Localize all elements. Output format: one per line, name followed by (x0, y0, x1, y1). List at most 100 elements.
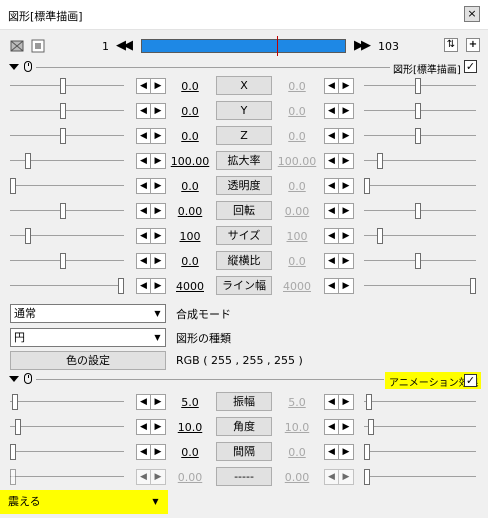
param-button[interactable]: X (216, 76, 272, 95)
left-slider-thumb[interactable] (10, 469, 16, 485)
left-stepper[interactable]: ◀ ▶ (136, 419, 166, 435)
start-value[interactable]: 100.00 (170, 155, 210, 168)
right-slider-track[interactable] (364, 476, 476, 477)
left-slider-thumb[interactable] (12, 394, 18, 410)
decrement-arrow-icon[interactable]: ◀ (137, 104, 151, 118)
decrement-arrow-icon[interactable]: ◀ (137, 229, 151, 243)
decrement-arrow-icon[interactable]: ◀ (325, 204, 339, 218)
decrement-arrow-icon[interactable]: ◀ (325, 129, 339, 143)
increment-arrow-icon[interactable]: ▶ (339, 204, 353, 218)
end-value[interactable]: 100 (277, 230, 317, 243)
increment-arrow-icon[interactable]: ▶ (151, 279, 165, 293)
param-button[interactable]: ライン幅 (216, 276, 272, 295)
right-stepper[interactable]: ◀ ▶ (324, 228, 354, 244)
right-stepper[interactable]: ◀ ▶ (324, 419, 354, 435)
left-stepper[interactable]: ◀ ▶ (136, 444, 166, 460)
prev-keyframe-button[interactable]: ◀◀ (114, 37, 133, 55)
decrement-arrow-icon[interactable]: ◀ (137, 470, 151, 484)
increment-arrow-icon[interactable]: ▶ (151, 129, 165, 143)
left-stepper[interactable]: ◀ ▶ (136, 178, 166, 194)
end-value[interactable]: 5.0 (277, 396, 317, 409)
param-button[interactable]: Z (216, 126, 272, 145)
end-value[interactable]: 0.0 (277, 80, 317, 93)
right-slider-thumb[interactable] (470, 278, 476, 294)
timeline-bar[interactable] (141, 36, 346, 56)
decrement-arrow-icon[interactable]: ◀ (325, 420, 339, 434)
decrement-arrow-icon[interactable]: ◀ (137, 395, 151, 409)
right-stepper[interactable]: ◀ ▶ (324, 78, 354, 94)
frame-icon[interactable] (30, 38, 46, 54)
left-slider-thumb[interactable] (60, 203, 66, 219)
increment-arrow-icon[interactable]: ▶ (151, 79, 165, 93)
left-slider-track[interactable] (10, 260, 124, 261)
start-value[interactable]: 4000 (170, 280, 210, 293)
increment-arrow-icon[interactable]: ▶ (151, 229, 165, 243)
left-slider-track[interactable] (10, 85, 124, 86)
left-slider-track[interactable] (10, 285, 124, 286)
right-slider-thumb[interactable] (415, 78, 421, 94)
decrement-arrow-icon[interactable]: ◀ (325, 179, 339, 193)
left-stepper[interactable]: ◀ ▶ (136, 469, 166, 485)
increment-arrow-icon[interactable]: ▶ (339, 79, 353, 93)
param-button[interactable]: 回転 (216, 201, 272, 220)
right-slider-thumb[interactable] (377, 228, 383, 244)
start-value[interactable]: 0.0 (170, 255, 210, 268)
left-slider-track[interactable] (10, 110, 124, 111)
start-value[interactable]: 10.0 (170, 421, 210, 434)
left-slider-thumb[interactable] (25, 153, 31, 169)
increment-arrow-icon[interactable]: ▶ (339, 104, 353, 118)
end-value[interactable]: 0.0 (277, 130, 317, 143)
increment-arrow-icon[interactable]: ▶ (339, 129, 353, 143)
start-value[interactable]: 0.0 (170, 180, 210, 193)
next-keyframe-button[interactable]: ▶▶ (352, 37, 371, 55)
decrement-arrow-icon[interactable]: ◀ (325, 470, 339, 484)
right-slider-thumb[interactable] (415, 128, 421, 144)
increment-arrow-icon[interactable]: ▶ (151, 154, 165, 168)
decrement-arrow-icon[interactable]: ◀ (137, 279, 151, 293)
left-stepper[interactable]: ◀ ▶ (136, 394, 166, 410)
increment-arrow-icon[interactable]: ▶ (151, 420, 165, 434)
decrement-arrow-icon[interactable]: ◀ (137, 204, 151, 218)
param-button[interactable]: 角度 (216, 417, 272, 436)
start-value[interactable]: 0.0 (170, 130, 210, 143)
right-slider-thumb[interactable] (377, 153, 383, 169)
blend-mode-select[interactable]: 通常 ▼ (10, 304, 166, 323)
timeline-cursor[interactable] (277, 36, 278, 56)
collapse-triangle-icon[interactable] (9, 64, 19, 70)
right-stepper[interactable]: ◀ ▶ (324, 128, 354, 144)
param-button[interactable]: サイズ (216, 226, 272, 245)
increment-arrow-icon[interactable]: ▶ (151, 104, 165, 118)
right-slider-thumb[interactable] (364, 469, 370, 485)
start-value[interactable]: 0.0 (170, 105, 210, 118)
right-stepper[interactable]: ◀ ▶ (324, 178, 354, 194)
decrement-arrow-icon[interactable]: ◀ (325, 279, 339, 293)
left-stepper[interactable]: ◀ ▶ (136, 153, 166, 169)
left-slider-thumb[interactable] (60, 253, 66, 269)
param-button[interactable]: 透明度 (216, 176, 272, 195)
decrement-arrow-icon[interactable]: ◀ (137, 254, 151, 268)
color-settings-button[interactable]: 色の設定 (10, 351, 166, 370)
left-slider-track[interactable] (10, 426, 124, 427)
increment-arrow-icon[interactable]: ▶ (339, 279, 353, 293)
start-value[interactable]: 0.0 (170, 446, 210, 459)
decrement-arrow-icon[interactable]: ◀ (137, 129, 151, 143)
param-button[interactable]: 振幅 (216, 392, 272, 411)
left-slider-thumb[interactable] (10, 444, 16, 460)
end-value[interactable]: 100.00 (277, 155, 317, 168)
collapse-triangle-icon[interactable] (9, 376, 19, 382)
effect-select[interactable]: 震える ▼ (4, 492, 164, 511)
left-slider-thumb[interactable] (25, 228, 31, 244)
decrement-arrow-icon[interactable]: ◀ (325, 79, 339, 93)
increment-arrow-icon[interactable]: ▶ (151, 470, 165, 484)
right-slider-track[interactable] (364, 185, 476, 186)
end-value[interactable]: 0.0 (277, 255, 317, 268)
left-stepper[interactable]: ◀ ▶ (136, 253, 166, 269)
close-button[interactable]: × (464, 6, 480, 22)
decrement-arrow-icon[interactable]: ◀ (137, 154, 151, 168)
decrement-arrow-icon[interactable]: ◀ (137, 179, 151, 193)
decrement-arrow-icon[interactable]: ◀ (325, 104, 339, 118)
start-value[interactable]: 0.00 (170, 471, 210, 484)
left-slider-track[interactable] (10, 451, 124, 452)
increment-arrow-icon[interactable]: ▶ (151, 179, 165, 193)
decrement-arrow-icon[interactable]: ◀ (325, 445, 339, 459)
